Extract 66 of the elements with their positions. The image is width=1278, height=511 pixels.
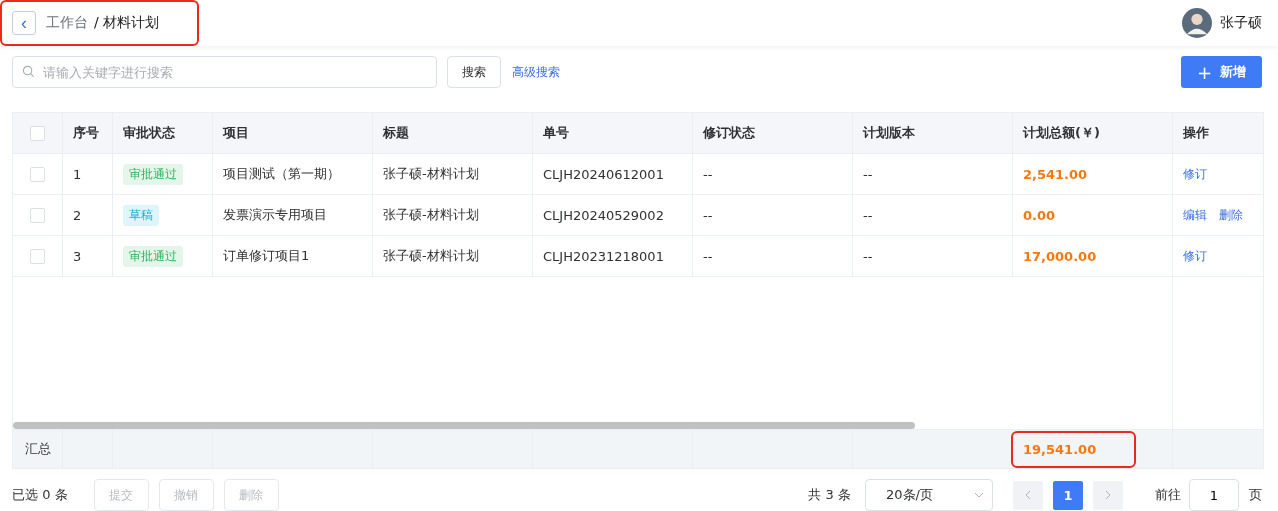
status-tag: 审批通过 bbox=[123, 245, 183, 267]
column-header: 项目 bbox=[213, 113, 373, 153]
row-checkbox[interactable] bbox=[30, 248, 45, 264]
table-cell: CLJH20240529002 bbox=[533, 195, 693, 235]
table-cell: -- bbox=[693, 195, 853, 235]
column-header: 标题 bbox=[373, 113, 533, 153]
table-cell: 2 bbox=[63, 195, 113, 235]
summary-label: 汇总 bbox=[13, 430, 63, 468]
previous-page-button[interactable] bbox=[1013, 480, 1043, 510]
column-header: 操作 bbox=[1182, 124, 1210, 142]
chevron-right-icon bbox=[1105, 490, 1111, 500]
amount-cell: 0.00 bbox=[1013, 195, 1173, 235]
column-header: 审批状态 bbox=[113, 113, 213, 153]
action-link[interactable]: 修订 bbox=[1183, 247, 1207, 265]
status-tag: 审批通过 bbox=[123, 163, 183, 185]
table-cell: 1 bbox=[63, 154, 113, 194]
row-checkbox[interactable] bbox=[30, 207, 45, 223]
scrollbar[interactable] bbox=[13, 422, 915, 429]
next-page-button[interactable] bbox=[1093, 480, 1123, 510]
action-link[interactable]: 编辑 bbox=[1183, 206, 1207, 224]
page-input[interactable]: 1 bbox=[1189, 479, 1239, 511]
advanced-search-link[interactable]: 高级搜索 bbox=[512, 63, 560, 81]
breadcrumb-item[interactable]: 工作台 bbox=[46, 14, 88, 32]
breadcrumb-item: / 材料计划 bbox=[94, 14, 160, 32]
table-cell: 项目测试（第一期） bbox=[213, 154, 373, 194]
search-field[interactable]: 请输入关键字进行搜索 bbox=[12, 56, 437, 88]
table-cell: 订单修订项目1 bbox=[213, 236, 373, 276]
table-cell: 张子硕-材料计划 bbox=[373, 154, 533, 194]
add-button[interactable]: + 新增 bbox=[1180, 56, 1262, 88]
chevron-down-icon bbox=[974, 492, 984, 498]
column-header: 修订状态 bbox=[693, 113, 853, 153]
column-header: 序号 bbox=[63, 113, 113, 153]
page-size-select[interactable]: 20条/页 bbox=[865, 479, 993, 511]
avatar-icon[interactable] bbox=[1182, 8, 1212, 38]
summary-total: 19,541.00 bbox=[1013, 432, 1135, 466]
action-link[interactable]: 删除 bbox=[1219, 206, 1243, 224]
table-cell: -- bbox=[693, 236, 853, 276]
table-cell: -- bbox=[853, 236, 1013, 276]
amount-cell: 17,000.00 bbox=[1013, 236, 1173, 276]
page-unit: 页 bbox=[1249, 486, 1262, 504]
user-name[interactable]: 张子硕 bbox=[1220, 14, 1262, 32]
table-cell: -- bbox=[693, 154, 853, 194]
row-checkbox[interactable] bbox=[30, 166, 45, 182]
table-cell: 张子硕-材料计划 bbox=[373, 195, 533, 235]
search-icon bbox=[22, 65, 35, 78]
table-cell: CLJH20240612001 bbox=[533, 154, 693, 194]
select-all-checkbox[interactable] bbox=[30, 125, 45, 141]
search-button[interactable]: 搜索 bbox=[447, 56, 501, 88]
chevron-left-icon bbox=[1025, 490, 1031, 500]
action-link[interactable]: 修订 bbox=[1183, 165, 1207, 183]
table-cell: 发票演示专用项目 bbox=[213, 195, 373, 235]
amount-cell: 2,541.00 bbox=[1013, 154, 1173, 194]
table-cell: -- bbox=[853, 154, 1013, 194]
table-cell: 张子硕-材料计划 bbox=[373, 236, 533, 276]
status-tag: 草稿 bbox=[123, 204, 159, 226]
selected-count: 已选 0 条 bbox=[12, 486, 68, 504]
column-header: 单号 bbox=[533, 113, 693, 153]
goto-label: 前往 bbox=[1155, 486, 1181, 504]
column-header: 计划版本 bbox=[853, 113, 1013, 153]
total-count: 共 3 条 bbox=[808, 486, 851, 504]
table-cell: CLJH20231218001 bbox=[533, 236, 693, 276]
column-header: 计划总额(￥) bbox=[1013, 113, 1173, 153]
back-button[interactable]: ‹ bbox=[12, 11, 36, 35]
table-cell: -- bbox=[853, 195, 1013, 235]
page-button[interactable]: 1 bbox=[1053, 480, 1083, 510]
table-cell: 3 bbox=[63, 236, 113, 276]
